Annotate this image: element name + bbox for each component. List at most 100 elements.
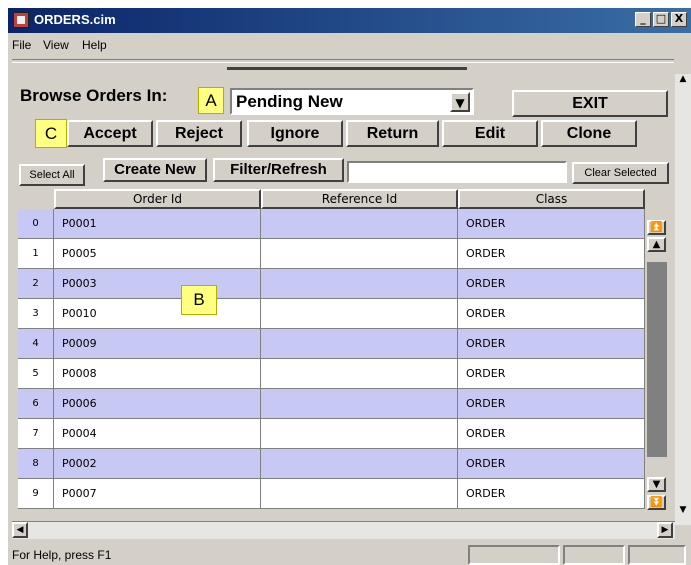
clone-button[interactable]: Clone (541, 120, 637, 147)
return-button[interactable]: Return (346, 120, 439, 147)
browse-orders-label: Browse Orders In: (20, 86, 168, 105)
menu-view[interactable]: View (43, 38, 69, 52)
marker-a: A (198, 87, 224, 114)
reference-id-cell[interactable] (261, 329, 458, 359)
ignore-button[interactable]: Ignore (247, 120, 343, 147)
class-cell[interactable]: ORDER (458, 389, 645, 419)
reference-id-cell[interactable] (261, 389, 458, 419)
clear-selected-button[interactable]: Clear Selected (572, 162, 669, 184)
row-number-cell[interactable]: 7 (18, 419, 54, 449)
status-text: For Help, press F1 (12, 548, 112, 562)
order-status-value: Pending New (236, 92, 343, 111)
table-row[interactable]: 6 P0006 ORDER (18, 389, 645, 419)
filter-input[interactable] (347, 161, 567, 183)
order-id-cell[interactable]: P0006 (54, 389, 261, 419)
table-row[interactable]: 9 P0007 ORDER (18, 479, 645, 509)
row-number-cell[interactable]: 3 (18, 299, 54, 329)
exit-button[interactable]: EXIT (512, 90, 668, 117)
menu-separator (12, 59, 674, 63)
order-id-cell[interactable]: P0001 (54, 209, 261, 239)
column-header-class[interactable]: Class (458, 189, 645, 209)
orders-app-icon[interactable] (13, 12, 29, 28)
table-row[interactable]: 1 P0005 ORDER (18, 239, 645, 269)
order-id-cell[interactable]: P0002 (54, 449, 261, 479)
order-id-cell[interactable]: P0008 (54, 359, 261, 389)
marker-c: C (35, 119, 67, 148)
table-row[interactable]: 5 P0008 ORDER (18, 359, 645, 389)
orders-window: ORDERS.cim _ □ X File View Help Browse O… (7, 7, 691, 565)
table-row[interactable]: 2 P0003 ORDER (18, 269, 645, 299)
scroll-down-icon[interactable]: ▼ (677, 505, 689, 519)
select-all-button[interactable]: Select All (19, 164, 85, 186)
reference-id-cell[interactable] (261, 449, 458, 479)
window-vertical-scrollbar[interactable]: ▲ ▼ (675, 74, 691, 525)
row-number-cell[interactable]: 5 (18, 359, 54, 389)
table-row[interactable]: 7 P0004 ORDER (18, 419, 645, 449)
menu-help[interactable]: Help (82, 38, 107, 52)
reference-id-cell[interactable] (261, 269, 458, 299)
scroll-right-icon[interactable]: ▶ (657, 522, 673, 538)
down-arrow-icon[interactable]: ▼ (647, 477, 666, 492)
order-id-cell[interactable]: P0004 (54, 419, 261, 449)
class-cell[interactable]: ORDER (458, 479, 645, 509)
reference-id-cell[interactable] (261, 239, 458, 269)
order-id-cell[interactable]: P0003 (54, 269, 261, 299)
row-number-cell[interactable]: 4 (18, 329, 54, 359)
class-cell[interactable]: ORDER (458, 209, 645, 239)
status-bar: For Help, press F1 (8, 543, 691, 565)
accept-button[interactable]: Accept (67, 120, 153, 147)
order-id-cell[interactable]: P0005 (54, 239, 261, 269)
minimize-button[interactable]: _ (635, 12, 651, 27)
double-up-arrow-icon[interactable]: ⏫ (647, 220, 666, 235)
status-pane-3 (628, 545, 686, 565)
order-status-select[interactable]: Pending New ▼ (230, 88, 474, 115)
class-cell[interactable]: ORDER (458, 239, 645, 269)
row-number-cell[interactable]: 0 (18, 209, 54, 239)
close-button[interactable]: X (671, 12, 687, 27)
column-header-order-id[interactable]: Order Id (54, 189, 261, 209)
reference-id-cell[interactable] (261, 419, 458, 449)
order-id-cell[interactable]: P0007 (54, 479, 261, 509)
filter-refresh-button[interactable]: Filter/Refresh (213, 158, 344, 182)
triangle-down-icon[interactable]: ▼ (450, 92, 470, 112)
table-scroll-thumb[interactable] (647, 262, 667, 457)
row-number-cell[interactable]: 1 (18, 239, 54, 269)
create-new-button[interactable]: Create New (103, 158, 207, 182)
double-down-arrow-icon[interactable]: ⏬ (647, 495, 666, 510)
table-row[interactable]: 3 P0010 ORDER (18, 299, 645, 329)
reference-id-cell[interactable] (261, 479, 458, 509)
reject-button[interactable]: Reject (156, 120, 242, 147)
class-cell[interactable]: ORDER (458, 419, 645, 449)
top-drag-bar (12, 64, 674, 70)
window-title: ORDERS.cim (34, 12, 116, 27)
class-cell[interactable]: ORDER (458, 299, 645, 329)
class-cell[interactable]: ORDER (458, 359, 645, 389)
reference-id-cell[interactable] (261, 209, 458, 239)
scroll-up-icon[interactable]: ▲ (677, 74, 689, 88)
maximize-button[interactable]: □ (653, 12, 669, 27)
table-row[interactable]: 8 P0002 ORDER (18, 449, 645, 479)
reference-id-cell[interactable] (261, 359, 458, 389)
row-number-cell[interactable]: 8 (18, 449, 54, 479)
edit-button[interactable]: Edit (442, 120, 538, 147)
row-number-cell[interactable]: 2 (18, 269, 54, 299)
order-id-cell[interactable]: P0009 (54, 329, 261, 359)
table-row[interactable]: 0 P0001 ORDER (18, 209, 645, 239)
row-number-cell[interactable]: 9 (18, 479, 54, 509)
status-pane-1 (468, 545, 560, 565)
status-pane-2 (563, 545, 625, 565)
title-bar[interactable]: ORDERS.cim _ □ X (8, 8, 691, 33)
up-arrow-icon[interactable]: ▲ (647, 237, 666, 252)
row-number-cell[interactable]: 6 (18, 389, 54, 419)
reference-id-cell[interactable] (261, 299, 458, 329)
order-id-cell[interactable]: P0010 (54, 299, 261, 329)
class-cell[interactable]: ORDER (458, 449, 645, 479)
class-cell[interactable]: ORDER (458, 269, 645, 299)
menu-file[interactable]: File (12, 38, 31, 52)
column-header-reference-id[interactable]: Reference Id (261, 189, 458, 209)
scroll-left-icon[interactable]: ◀ (12, 522, 28, 538)
table-row[interactable]: 4 P0009 ORDER (18, 329, 645, 359)
window-horizontal-scrollbar[interactable]: ◀ ▶ (12, 521, 675, 539)
table-vertical-scrollbar[interactable]: ⏫ ▲ ▼ ⏬ (645, 215, 669, 518)
class-cell[interactable]: ORDER (458, 329, 645, 359)
